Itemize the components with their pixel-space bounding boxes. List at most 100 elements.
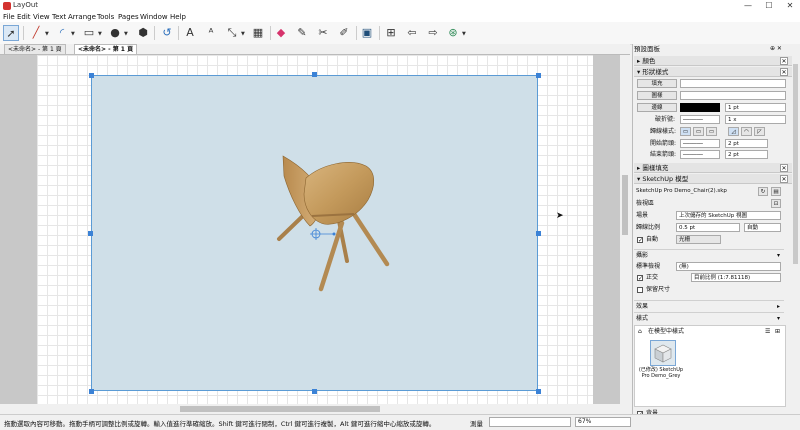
menu-file[interactable]: File	[3, 12, 15, 22]
cap-round-button[interactable]: ▭	[693, 127, 704, 136]
in-model-styles-select[interactable]: 在模型中樣式	[648, 327, 684, 336]
stroke-color-swatch[interactable]	[680, 103, 720, 112]
cap-butt-button[interactable]: ▭	[680, 127, 691, 136]
resize-handle-left[interactable]	[88, 231, 93, 236]
join-bevel-button[interactable]: ◸	[754, 127, 765, 136]
line-scale-auto-select[interactable]: 自動	[744, 223, 781, 232]
pattern-fill-panel-close-icon[interactable]: ✕	[780, 164, 788, 172]
pattern-button[interactable]: 圖樣	[637, 91, 677, 100]
pattern-swatch[interactable]	[680, 91, 786, 100]
menu-pages[interactable]: Pages	[118, 12, 139, 22]
dash-scale-select[interactable]: 1 x	[725, 115, 786, 124]
tray-pin-icon[interactable]: ⊕ ✕	[770, 45, 782, 52]
menu-view[interactable]: View	[33, 12, 50, 22]
select-tool-icon[interactable]: ➚	[3, 25, 19, 41]
split-tool-icon[interactable]: ✂	[315, 25, 331, 41]
join-round-button[interactable]: ◠	[741, 127, 752, 136]
end-arrow-size-select[interactable]: 2 pt	[725, 150, 768, 159]
present-tool-icon[interactable]: ▣	[359, 25, 375, 41]
start-arrow-select[interactable]: ──────	[680, 139, 720, 148]
menu-arrange[interactable]: Arrange	[68, 12, 96, 22]
render-mode-select[interactable]: 光柵	[676, 235, 721, 244]
colors-panel-close-icon[interactable]: ✕	[780, 57, 788, 65]
fill-swatch[interactable]	[680, 79, 786, 88]
refresh-model-icon[interactable]: ↻	[758, 187, 768, 196]
rectangle-tool-icon[interactable]: ▭	[81, 25, 97, 41]
line-scale-input[interactable]: 0.5 pt	[676, 223, 740, 232]
tray-scroll-thumb[interactable]	[793, 64, 798, 264]
zoom-select[interactable]: 67%	[575, 417, 631, 427]
horizontal-scroll-thumb[interactable]	[180, 406, 380, 412]
dash-style-select[interactable]: ──────	[680, 115, 720, 124]
list-view-icon[interactable]: ☰	[765, 327, 770, 336]
home-styles-icon[interactable]: ⌂	[638, 327, 642, 336]
view-options-icon[interactable]: ⊡	[771, 199, 781, 208]
minimize-button[interactable]: —	[738, 0, 758, 12]
label-tool-icon[interactable]: ᴬ	[203, 25, 219, 41]
join-miter-button[interactable]: ◿	[728, 127, 739, 136]
offset-tool-icon[interactable]: ↺	[159, 25, 175, 41]
effects-expand-icon[interactable]: ▸	[777, 302, 780, 311]
pattern-fill-panel-header[interactable]: ▸ 圖樣填充	[634, 163, 792, 173]
text-tool-icon[interactable]: A	[182, 25, 198, 41]
previous-page-icon[interactable]: ⇦	[404, 25, 420, 41]
resize-handle-right[interactable]	[536, 231, 541, 236]
menu-tools[interactable]: Tools	[97, 12, 114, 22]
fill-button[interactable]: 填充	[637, 79, 677, 88]
resize-handle-top-right[interactable]	[536, 73, 541, 78]
style-thumbnail[interactable]	[650, 340, 676, 366]
stroke-button[interactable]: 邊線	[637, 103, 677, 112]
preserve-scale-checkbox[interactable]	[637, 287, 643, 293]
add-page-icon[interactable]: ⊞	[383, 25, 399, 41]
resize-handle-top-left[interactable]	[89, 73, 94, 78]
start-arrow-size-select[interactable]: 2 pt	[725, 139, 768, 148]
join-tool-icon[interactable]: ✐	[336, 25, 352, 41]
resize-handle-top[interactable]	[312, 72, 317, 77]
screen-share-dropdown-icon[interactable]: ▼	[462, 31, 466, 37]
colors-panel-header[interactable]: ▸ 顏色	[634, 56, 792, 66]
grid-view-icon[interactable]: ⊞	[775, 327, 780, 336]
tray-scrollbar[interactable]	[791, 44, 800, 414]
scale-select[interactable]: 目前比例 (1:7.81118)	[691, 273, 781, 282]
style-tool-icon[interactable]: ✎	[294, 25, 310, 41]
vertical-scroll-thumb[interactable]	[622, 175, 628, 235]
standard-view-select[interactable]: (無)	[676, 262, 781, 271]
shape-style-panel-close-icon[interactable]: ✕	[780, 68, 788, 76]
stroke-width-select[interactable]: 1 pt	[725, 103, 786, 112]
screen-share-icon[interactable]: ⊛	[445, 25, 461, 41]
circle-tool-icon[interactable]: ●	[107, 25, 123, 41]
tab-document-1[interactable]: <未命名> - 第 1 頁	[4, 44, 66, 54]
auto-render-checkbox[interactable]: ✓	[637, 237, 643, 244]
menu-window[interactable]: Window	[140, 12, 168, 22]
resize-handle-bottom-right[interactable]	[536, 389, 541, 394]
arc-tool-icon[interactable]: ◜	[54, 25, 70, 41]
table-tool-icon[interactable]: ▦	[250, 25, 266, 41]
menu-text[interactable]: Text	[52, 12, 66, 22]
end-arrow-select[interactable]: ──────	[680, 150, 720, 159]
close-window-button[interactable]: ✕	[780, 0, 800, 12]
arc-tool-dropdown-icon[interactable]: ▼	[71, 31, 75, 37]
next-page-icon[interactable]: ⇨	[425, 25, 441, 41]
tab-document-2[interactable]: <未命名> - 第 1 頁	[74, 44, 138, 54]
sketchup-model-panel-close-icon[interactable]: ✕	[780, 175, 788, 183]
rectangle-tool-dropdown-icon[interactable]: ▼	[98, 31, 102, 37]
ortho-checkbox[interactable]: ✓	[637, 275, 643, 282]
measurements-input[interactable]	[489, 417, 571, 427]
open-model-icon[interactable]: ▤	[771, 187, 781, 196]
maximize-button[interactable]: ☐	[759, 0, 779, 12]
dimension-tool-icon[interactable]: ⤡	[224, 25, 240, 41]
canvas-horizontal-scrollbar[interactable]	[0, 404, 630, 414]
line-tool-dropdown-icon[interactable]: ▼	[45, 31, 49, 37]
menu-edit[interactable]: Edit	[17, 12, 31, 22]
shape-style-panel-header[interactable]: ▾ 形狀樣式	[634, 67, 792, 77]
canvas-vertical-scrollbar[interactable]	[620, 55, 630, 404]
line-tool-icon[interactable]: ╱	[28, 25, 44, 41]
resize-handle-bottom-left[interactable]	[89, 389, 94, 394]
eraser-tool-icon[interactable]: ◆	[273, 25, 289, 41]
resize-handle-bottom[interactable]	[312, 389, 317, 394]
menu-help[interactable]: Help	[170, 12, 186, 22]
dimension-tool-dropdown-icon[interactable]: ▼	[241, 31, 245, 37]
polygon-tool-icon[interactable]: ⬢	[135, 25, 151, 41]
circle-tool-dropdown-icon[interactable]: ▼	[124, 31, 128, 37]
sketchup-model-viewport[interactable]	[91, 75, 538, 391]
